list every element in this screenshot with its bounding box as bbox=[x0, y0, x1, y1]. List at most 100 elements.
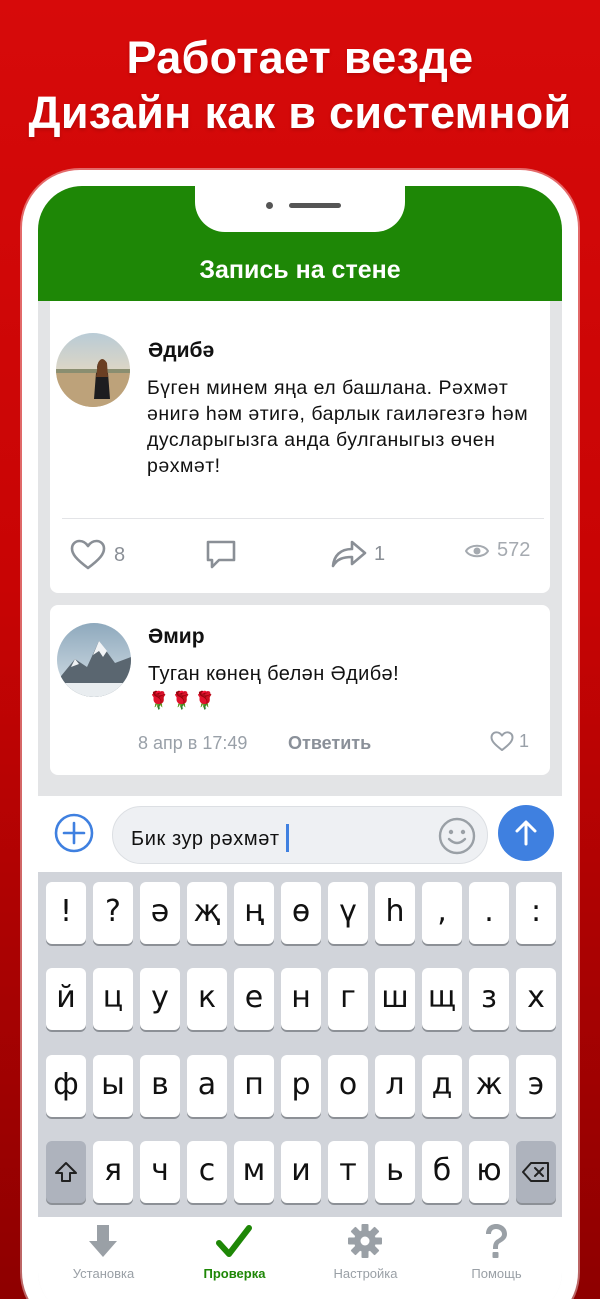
reply-button[interactable]: Ответить bbox=[288, 733, 371, 754]
key[interactable]: щ bbox=[422, 968, 462, 1030]
key[interactable]: . bbox=[469, 882, 509, 944]
message-input-text[interactable]: Бик зур рәхмәт bbox=[131, 824, 289, 852]
heart-icon bbox=[490, 731, 514, 752]
page-title: Запись на стене bbox=[199, 256, 401, 284]
key[interactable]: л bbox=[375, 1055, 415, 1117]
key[interactable]: ч bbox=[140, 1141, 180, 1203]
tab-check[interactable]: Проверка bbox=[169, 1217, 300, 1299]
comment-button[interactable] bbox=[204, 539, 238, 571]
message-input[interactable]: Бик зур рәхмәт bbox=[112, 806, 488, 864]
key[interactable]: б bbox=[422, 1141, 462, 1203]
key[interactable]: я bbox=[93, 1141, 133, 1203]
comment-author[interactable]: Әмир bbox=[148, 625, 205, 649]
key[interactable]: у bbox=[140, 968, 180, 1030]
key[interactable]: н bbox=[281, 968, 321, 1030]
checkmark-icon bbox=[216, 1225, 252, 1257]
key[interactable]: ү bbox=[328, 882, 368, 944]
comment-like-button[interactable]: 1 bbox=[490, 731, 529, 752]
key[interactable]: ң bbox=[234, 882, 274, 944]
key[interactable]: җ bbox=[187, 882, 227, 944]
key[interactable]: : bbox=[516, 882, 556, 944]
key[interactable]: к bbox=[187, 968, 227, 1030]
key[interactable]: х bbox=[516, 968, 556, 1030]
eye-icon bbox=[465, 544, 489, 557]
phone-frame: Запись на стене Әдибә Бүген минем яңа ел… bbox=[22, 170, 578, 1299]
key[interactable]: ө bbox=[281, 882, 321, 944]
key[interactable]: г bbox=[328, 968, 368, 1030]
comment-like-count: 1 bbox=[519, 731, 530, 751]
key[interactable]: ь bbox=[375, 1141, 415, 1203]
key[interactable]: д bbox=[422, 1055, 462, 1117]
post-text: Бүген минем яңа ел башлана. Рәхмәт әнигә… bbox=[147, 377, 529, 477]
shift-icon bbox=[55, 1162, 77, 1182]
share-button[interactable]: 1 bbox=[330, 539, 385, 569]
comment-timestamp: 8 апр в 17:49 bbox=[138, 733, 248, 753]
tab-help[interactable]: Помощь bbox=[431, 1217, 562, 1299]
views-counter: 572 bbox=[465, 539, 530, 562]
gear-icon bbox=[348, 1224, 382, 1258]
avatar[interactable] bbox=[57, 623, 131, 697]
wall-feed: Әдибә Бүген минем яңа ел башлана. Рәхмәт… bbox=[38, 301, 562, 796]
key[interactable]: р bbox=[281, 1055, 321, 1117]
tab-install[interactable]: Установка bbox=[38, 1217, 169, 1299]
key[interactable]: п bbox=[234, 1055, 274, 1117]
comment-card: Әмир Туган көнең белән Әдибә! 🌹🌹🌹 8 апр … bbox=[50, 605, 550, 775]
key[interactable]: т bbox=[328, 1141, 368, 1203]
promo-headline: Работает везде Дизайн как в системной bbox=[0, 30, 600, 140]
heart-icon bbox=[70, 539, 106, 570]
tab-label: Помощь bbox=[471, 1266, 522, 1281]
text-caret bbox=[285, 824, 289, 852]
smiley-icon bbox=[438, 817, 476, 855]
key[interactable]: а bbox=[187, 1055, 227, 1117]
post-author[interactable]: Әдибә bbox=[148, 339, 214, 363]
emoji-button[interactable] bbox=[437, 816, 477, 856]
key[interactable]: ж bbox=[469, 1055, 509, 1117]
key[interactable]: ш bbox=[375, 968, 415, 1030]
attach-button[interactable] bbox=[53, 812, 95, 854]
key[interactable]: о bbox=[328, 1055, 368, 1117]
backspace-icon bbox=[522, 1162, 549, 1182]
key[interactable]: ы bbox=[93, 1055, 133, 1117]
key[interactable]: , bbox=[422, 882, 462, 944]
key[interactable]: е bbox=[234, 968, 274, 1030]
key[interactable]: ! bbox=[46, 882, 86, 944]
key[interactable]: э bbox=[516, 1055, 556, 1117]
key[interactable]: ц bbox=[93, 968, 133, 1030]
divider bbox=[62, 518, 544, 519]
comment-icon bbox=[206, 540, 236, 569]
comment-text: Туган көнең белән Әдибә! bbox=[148, 663, 400, 685]
phone-notch bbox=[195, 186, 405, 232]
speaker-icon bbox=[289, 203, 341, 208]
shift-key[interactable] bbox=[46, 1141, 86, 1203]
keyboard: !? ә җ ң ө ү һ,.: йцукенгшщзх фывапролджэ ячсм… bbox=[38, 872, 562, 1217]
promo-line-2: Дизайн как в системной bbox=[28, 87, 572, 138]
key[interactable]: ф bbox=[46, 1055, 86, 1117]
key[interactable]: ю bbox=[469, 1141, 509, 1203]
key[interactable]: и bbox=[281, 1141, 321, 1203]
key[interactable]: в bbox=[140, 1055, 180, 1117]
like-button[interactable]: 8 bbox=[70, 539, 125, 571]
tab-bar: Установка Проверка Настройка Помощь bbox=[38, 1217, 562, 1299]
key[interactable]: ? bbox=[93, 882, 133, 944]
share-icon bbox=[331, 540, 367, 568]
key[interactable]: й bbox=[46, 968, 86, 1030]
message-composer: Бик зур рәхмәт bbox=[38, 796, 562, 872]
key[interactable]: һ bbox=[375, 882, 415, 944]
avatar[interactable] bbox=[56, 333, 130, 407]
tab-label: Проверка bbox=[203, 1266, 266, 1281]
backspace-key[interactable] bbox=[516, 1141, 556, 1203]
like-count: 8 bbox=[114, 543, 126, 566]
camera-icon bbox=[266, 202, 273, 209]
app-header: Запись на стене bbox=[38, 186, 562, 301]
key[interactable]: з bbox=[469, 968, 509, 1030]
tab-label: Настройка bbox=[333, 1266, 398, 1281]
key[interactable]: с bbox=[187, 1141, 227, 1203]
comment-emoji: 🌹🌹🌹 bbox=[148, 691, 218, 710]
phone-screen: Запись на стене Әдибә Бүген минем яңа ел… bbox=[38, 186, 562, 1299]
send-button[interactable] bbox=[498, 805, 554, 861]
key[interactable]: м bbox=[234, 1141, 274, 1203]
view-count: 572 bbox=[497, 539, 531, 561]
plus-circle-icon bbox=[54, 813, 94, 853]
key[interactable]: ә bbox=[140, 882, 180, 944]
tab-settings[interactable]: Настройка bbox=[300, 1217, 431, 1299]
